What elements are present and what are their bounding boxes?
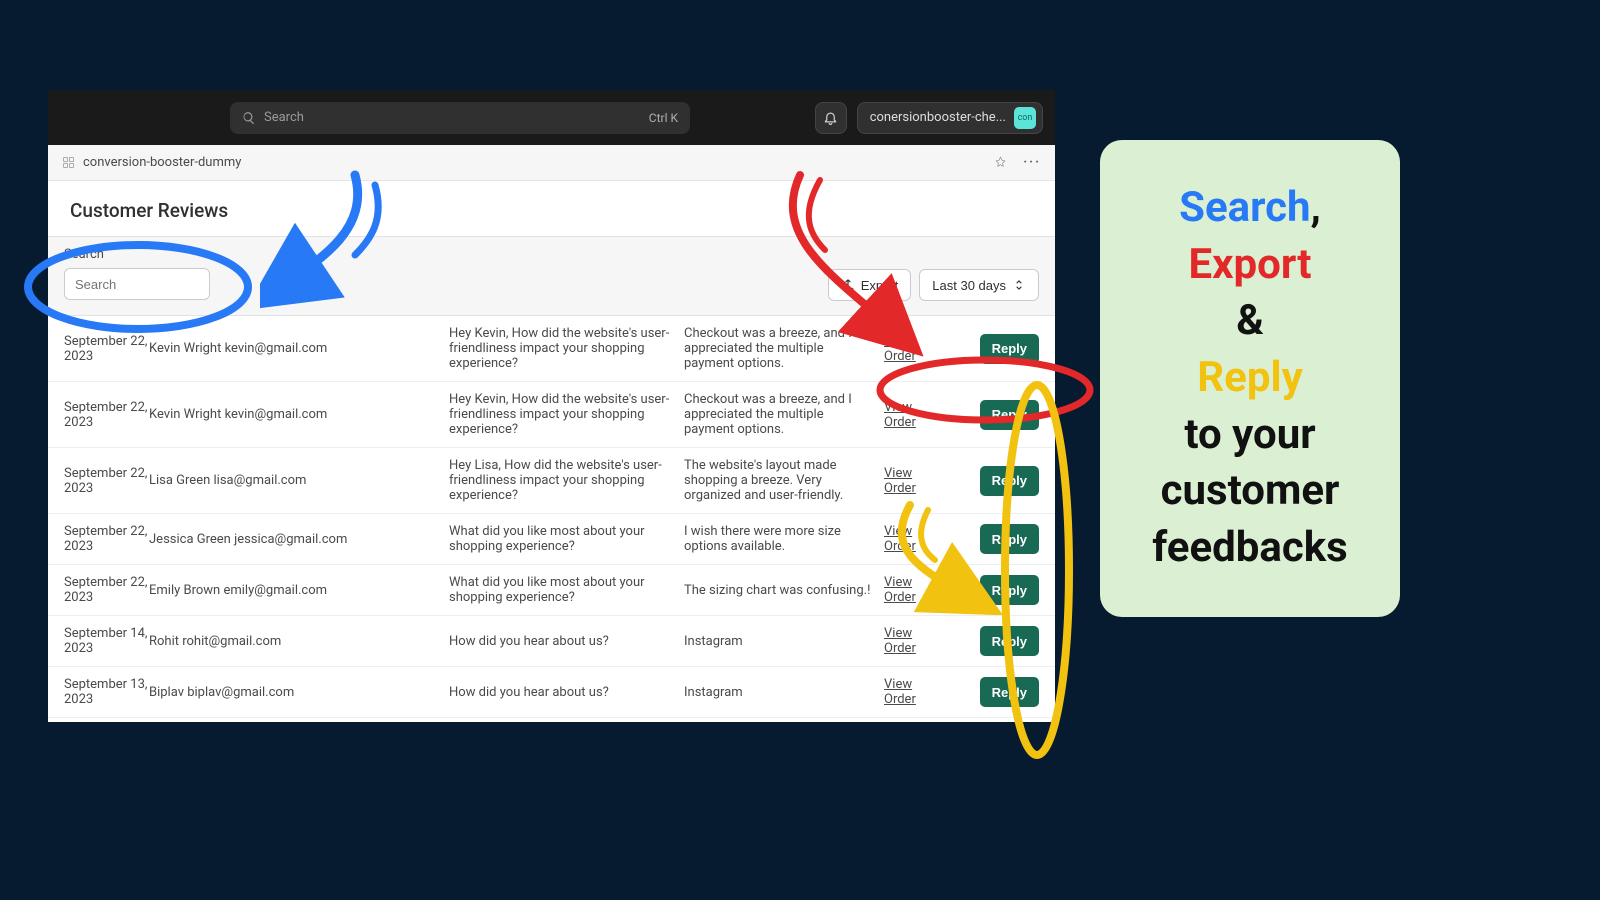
review-question: How did you hear about us? bbox=[449, 685, 684, 700]
review-date: September 22, 2023 bbox=[64, 400, 149, 430]
review-date: September 22, 2023 bbox=[64, 575, 149, 605]
review-answer: Checkout was a breeze, and I appreciated… bbox=[684, 392, 884, 437]
view-order-link[interactable]: View Order bbox=[884, 626, 944, 656]
search-label: Search bbox=[64, 247, 1039, 262]
review-customer: Rohit rohit@gmail.com bbox=[149, 634, 449, 649]
updown-icon bbox=[1012, 278, 1026, 292]
view-order-link[interactable]: View Order bbox=[884, 400, 944, 430]
reply-button[interactable]: Reply bbox=[980, 677, 1039, 707]
view-order-link[interactable]: View Order bbox=[884, 334, 944, 364]
global-search-placeholder: Search bbox=[264, 110, 304, 125]
review-customer: Kevin Wright kevin@gmail.com bbox=[149, 407, 449, 422]
topbar-right: conersionbooster-che... con bbox=[815, 102, 1043, 134]
review-question: Hey Lisa, How did the website's user-fri… bbox=[449, 458, 684, 503]
review-customer: Biplav biplav@gmail.com bbox=[149, 685, 449, 700]
store-name: conersionbooster-che... bbox=[870, 110, 1006, 125]
reviews-table: September 22, 2023 Kevin Wright kevin@gm… bbox=[48, 316, 1055, 718]
view-order-link[interactable]: View Order bbox=[884, 466, 944, 496]
reply-button[interactable]: Reply bbox=[980, 334, 1039, 364]
filter-bar: Search Export Last 30 days bbox=[48, 236, 1055, 316]
review-question: What did you like most about your shoppi… bbox=[449, 524, 684, 554]
review-date: September 22, 2023 bbox=[64, 466, 149, 496]
daterange-select[interactable]: Last 30 days bbox=[919, 269, 1039, 301]
reply-button[interactable]: Reply bbox=[980, 466, 1039, 496]
reply-button[interactable]: Reply bbox=[980, 400, 1039, 430]
review-date: September 22, 2023 bbox=[64, 334, 149, 364]
reply-button[interactable]: Reply bbox=[980, 524, 1039, 554]
review-question: Hey Kevin, How did the website's user-fr… bbox=[449, 392, 684, 437]
review-question: How did you hear about us? bbox=[449, 634, 684, 649]
breadcrumb: conversion-booster-dummy ··· bbox=[48, 145, 1055, 181]
notifications-button[interactable] bbox=[815, 102, 847, 134]
review-answer: Checkout was a breeze, and I appreciated… bbox=[684, 326, 884, 371]
review-answer: I wish there were more size options avai… bbox=[684, 524, 884, 554]
review-date: September 13, 2023 bbox=[64, 677, 149, 707]
table-row: September 22, 2023 Kevin Wright kevin@gm… bbox=[48, 382, 1055, 448]
filter-actions: Export Last 30 days bbox=[828, 269, 1039, 301]
daterange-label: Last 30 days bbox=[932, 278, 1006, 293]
promo-rest: to your customer feedbacks bbox=[1124, 407, 1376, 577]
bell-icon bbox=[823, 110, 838, 125]
table-row: September 22, 2023 Lisa Green lisa@gmail… bbox=[48, 448, 1055, 514]
review-date: September 14, 2023 bbox=[64, 626, 149, 656]
review-customer: Lisa Green lisa@gmail.com bbox=[149, 473, 449, 488]
table-row: September 22, 2023 Emily Brown emily@gma… bbox=[48, 565, 1055, 616]
promo-search: Search bbox=[1179, 183, 1310, 232]
promo-reply: Reply bbox=[1124, 350, 1376, 407]
table-row: September 14, 2023 Rohit rohit@gmail.com… bbox=[48, 616, 1055, 667]
review-answer: The sizing chart was confusing.! bbox=[684, 583, 884, 598]
reply-button[interactable]: Reply bbox=[980, 626, 1039, 656]
topbar: Search Ctrl K conersionbooster-che... co… bbox=[48, 90, 1055, 145]
global-search[interactable]: Search Ctrl K bbox=[230, 102, 690, 134]
review-customer: Jessica Green jessica@gmail.com bbox=[149, 532, 449, 547]
promo-amp: & bbox=[1124, 293, 1376, 350]
view-order-link[interactable]: View Order bbox=[884, 524, 944, 554]
promo-card: Search, Export & Reply to your customer … bbox=[1100, 140, 1400, 617]
page-title: Customer Reviews bbox=[48, 181, 1055, 236]
store-avatar: con bbox=[1014, 107, 1036, 129]
table-row: September 22, 2023 Jessica Green jessica… bbox=[48, 514, 1055, 565]
promo-comma: , bbox=[1311, 183, 1321, 232]
export-label: Export bbox=[861, 278, 899, 293]
review-question: Hey Kevin, How did the website's user-fr… bbox=[449, 326, 684, 371]
promo-export: Export bbox=[1124, 237, 1376, 294]
review-answer: Instagram bbox=[684, 634, 884, 649]
breadcrumb-label[interactable]: conversion-booster-dummy bbox=[83, 155, 241, 170]
view-order-link[interactable]: View Order bbox=[884, 575, 944, 605]
search-icon bbox=[242, 111, 256, 125]
store-switcher[interactable]: conersionbooster-che... con bbox=[857, 102, 1043, 134]
more-icon[interactable]: ··· bbox=[1023, 155, 1041, 170]
app-icon bbox=[62, 156, 75, 169]
table-row: September 13, 2023 Biplav biplav@gmail.c… bbox=[48, 667, 1055, 718]
kbd-shortcut: Ctrl K bbox=[649, 111, 678, 125]
review-customer: Emily Brown emily@gmail.com bbox=[149, 583, 449, 598]
table-row: September 22, 2023 Kevin Wright kevin@gm… bbox=[48, 316, 1055, 382]
view-order-link[interactable]: View Order bbox=[884, 677, 944, 707]
export-button[interactable]: Export bbox=[828, 269, 912, 301]
app-window: Search Ctrl K conersionbooster-che... co… bbox=[48, 90, 1055, 722]
review-answer: Instagram bbox=[684, 685, 884, 700]
search-input[interactable] bbox=[64, 268, 210, 300]
reply-button[interactable]: Reply bbox=[980, 575, 1039, 605]
pin-icon[interactable] bbox=[994, 156, 1007, 169]
review-question: What did you like most about your shoppi… bbox=[449, 575, 684, 605]
review-customer: Kevin Wright kevin@gmail.com bbox=[149, 341, 449, 356]
export-icon bbox=[841, 278, 855, 292]
review-answer: The website's layout made shopping a bre… bbox=[684, 458, 884, 503]
review-date: September 22, 2023 bbox=[64, 524, 149, 554]
breadcrumb-actions: ··· bbox=[994, 155, 1041, 170]
